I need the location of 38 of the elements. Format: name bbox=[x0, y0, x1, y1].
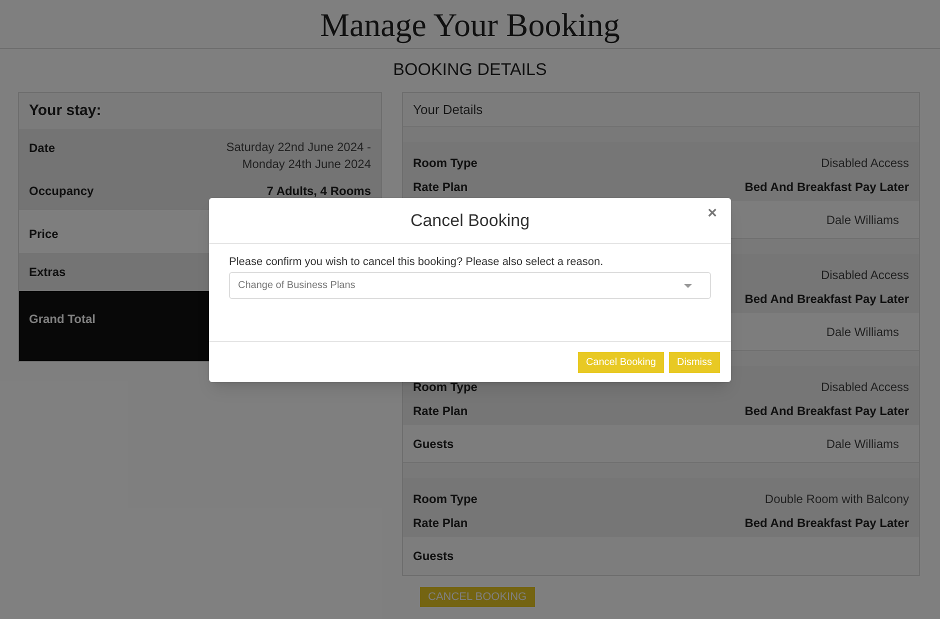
field-value: Disabled Access bbox=[820, 266, 909, 284]
field-value: Dale Williams bbox=[826, 212, 899, 228]
total-label: Grand Total bbox=[29, 312, 96, 326]
field-label: Room Type bbox=[413, 490, 478, 508]
field-label: Occupancy bbox=[29, 183, 94, 200]
card-title: Your Details bbox=[413, 100, 483, 119]
field-label: Rate Plan bbox=[413, 514, 468, 532]
dialog-button[interactable]: Cancel Booking bbox=[578, 352, 664, 372]
field-label: Extras bbox=[29, 264, 66, 281]
card-title: Your stay: bbox=[29, 100, 102, 121]
field-label: Price bbox=[29, 226, 58, 243]
field-label: Date bbox=[29, 140, 56, 157]
field-value: 7 Adults, 4 Rooms bbox=[266, 183, 371, 200]
field-label: Rate Plan bbox=[413, 402, 468, 420]
field-label: Guests bbox=[413, 436, 454, 452]
reason-select[interactable]: Change of Business Plans bbox=[229, 272, 711, 299]
field-value: Disabled Access bbox=[820, 378, 909, 396]
field-value: Bed And Breakfast Pay Later bbox=[744, 178, 909, 196]
page-title: Manage Your Booking bbox=[320, 6, 620, 42]
field-value: Bed And Breakfast Pay Later bbox=[744, 514, 909, 532]
field-value: Disabled Access bbox=[820, 154, 909, 172]
caret-icon bbox=[684, 284, 692, 288]
field-label: Room Type bbox=[413, 378, 478, 396]
cancel-booking-button[interactable]: CANCEL BOOKING bbox=[420, 587, 535, 608]
field-value: Dale Williams bbox=[826, 324, 899, 340]
field-label: Rate Plan bbox=[413, 178, 468, 196]
dialog-message: Please confirm you wish to cancel this booking? Please also select a reason. bbox=[229, 255, 604, 269]
section-title: BOOKING DETAILS bbox=[393, 60, 547, 80]
field-label: Guests bbox=[413, 548, 454, 565]
field-label: Room Type bbox=[413, 154, 478, 172]
close-button[interactable]: × bbox=[704, 206, 721, 222]
field-value: Bed And Breakfast Pay Later bbox=[744, 402, 909, 420]
dialog-button[interactable]: Dismiss bbox=[669, 352, 720, 372]
dialog-title: Cancel Booking bbox=[410, 210, 530, 232]
field-value: Double Room with Balcony bbox=[764, 490, 909, 508]
field-value: Bed And Breakfast Pay Later bbox=[744, 290, 909, 308]
field-value: Saturday 22nd June 2024 - Monday 24th June 2024 bbox=[225, 139, 371, 173]
field-value: Dale Williams bbox=[826, 436, 899, 452]
